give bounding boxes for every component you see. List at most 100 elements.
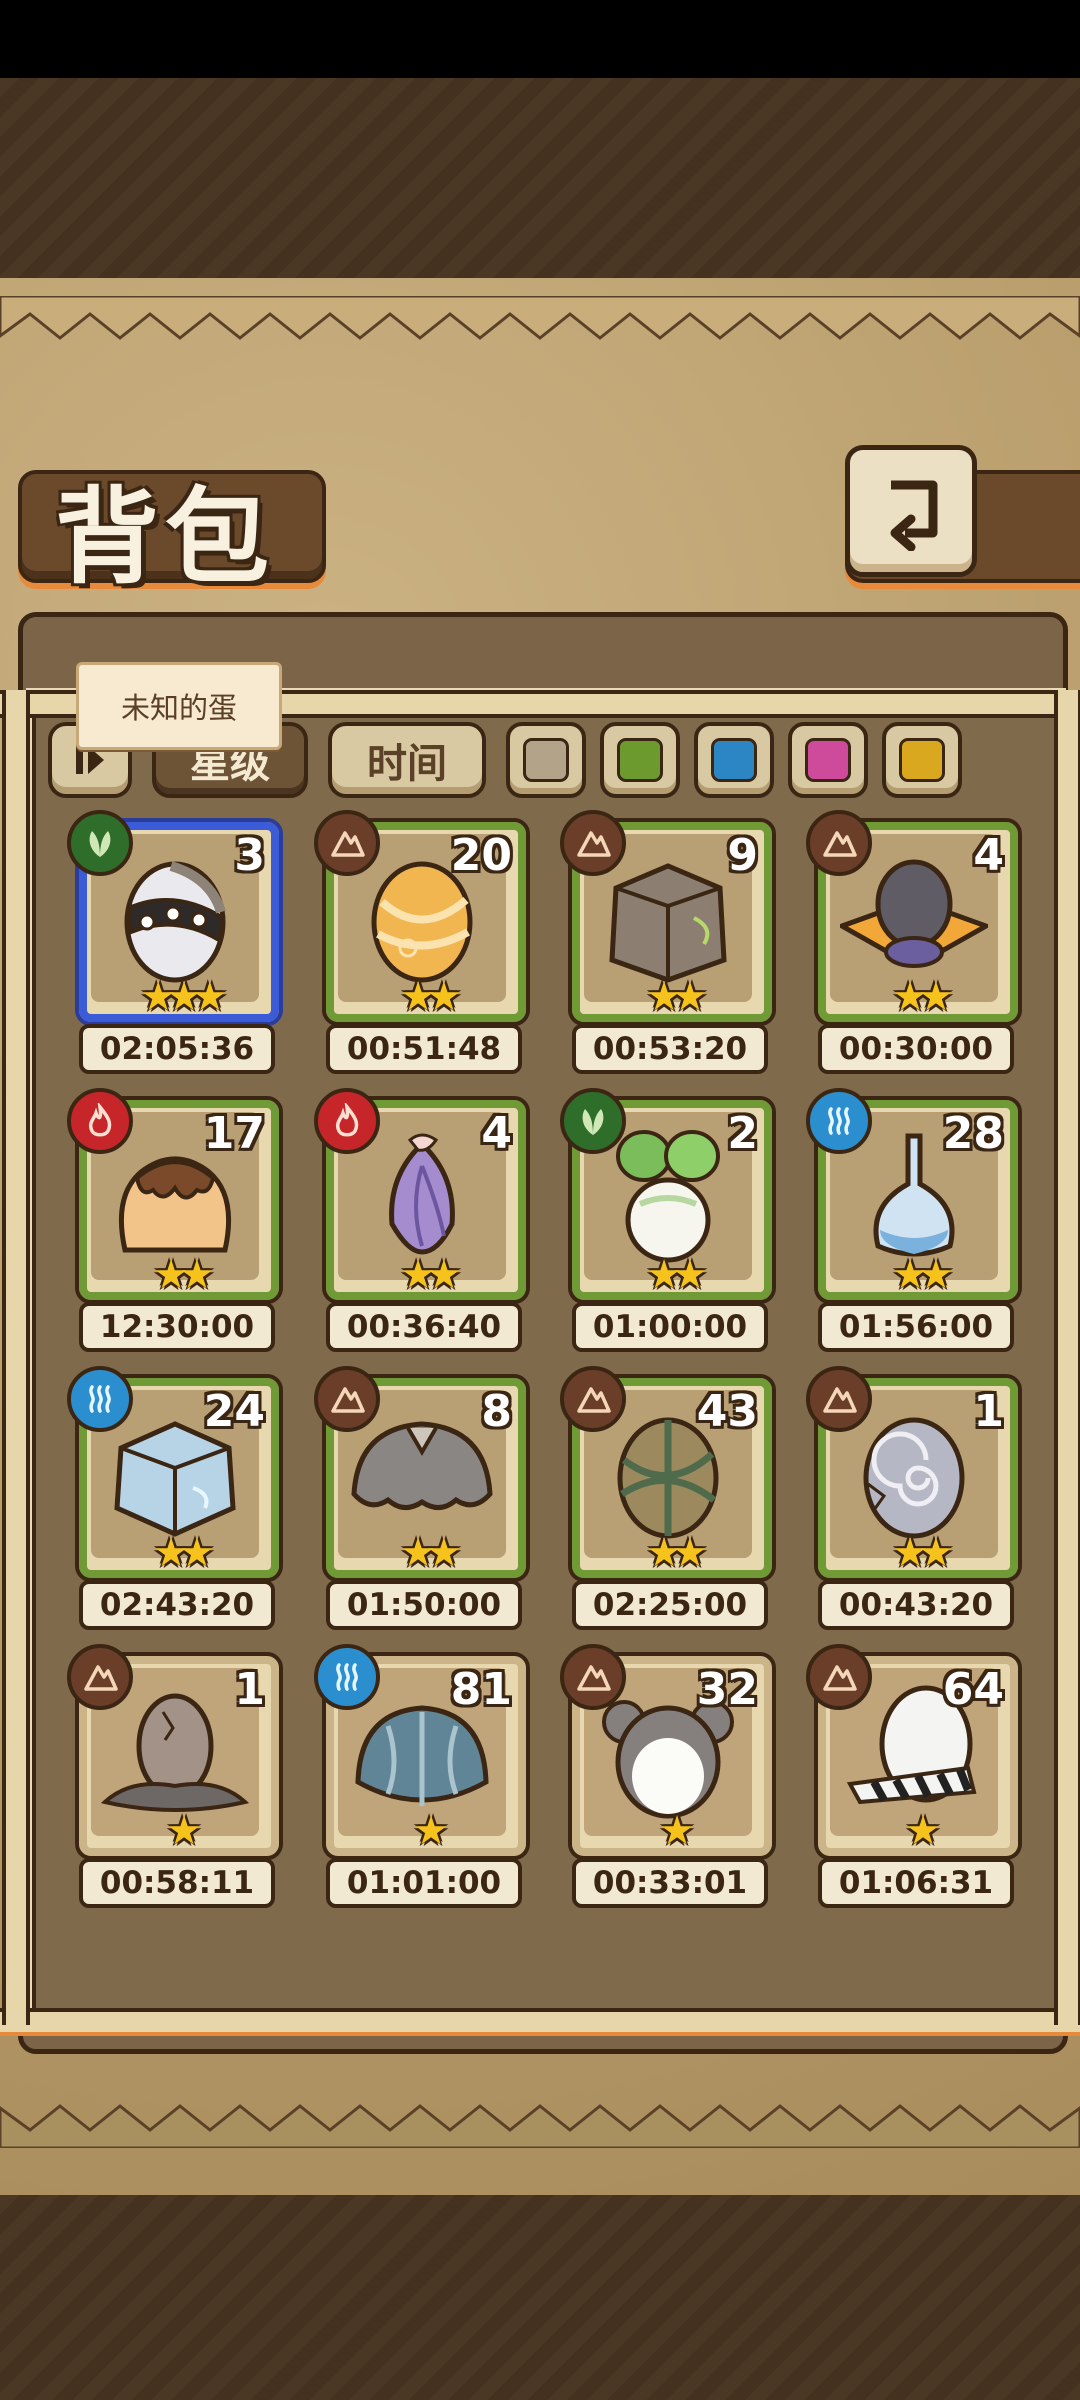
swatch-color: [617, 738, 663, 782]
earth-element-icon: [560, 810, 626, 876]
egg-dark-hat-icon: [836, 848, 992, 988]
hatch-timer: 01:01:00: [326, 1858, 522, 1908]
egg-cracked-rock-icon: [100, 1682, 250, 1822]
star-rating: ★★: [892, 974, 954, 1020]
grass-element-icon: [67, 810, 133, 876]
egg-count: 1: [973, 1386, 1004, 1437]
water-element-icon: [67, 1366, 133, 1432]
earth-element-icon: [806, 1644, 872, 1710]
egg-count: 43: [696, 1386, 758, 1437]
egg-spiral-grey-icon: [840, 1404, 988, 1544]
hatch-timer: 00:36:40: [326, 1302, 522, 1352]
filter-swatch-green[interactable]: [600, 722, 680, 798]
egg-grey-mushroom-icon: [348, 1404, 496, 1544]
filter-swatch-blue[interactable]: [694, 722, 774, 798]
egg-card[interactable]: 3 ★★★: [67, 810, 283, 1026]
background-wood-top: [0, 78, 1080, 278]
star-rating: ★: [659, 1808, 695, 1854]
star-rating: ★: [166, 1808, 202, 1854]
star-rating: ★: [413, 1808, 449, 1854]
hatch-timer: 12:30:00: [79, 1302, 275, 1352]
star-rating: ★★: [892, 1530, 954, 1576]
egg-count: 32: [696, 1664, 758, 1715]
hatch-timer: 01:56:00: [818, 1302, 1014, 1352]
star-rating: ★★: [400, 1530, 462, 1576]
torn-edge-top: [0, 296, 1080, 340]
rail-right: [1054, 690, 1080, 2025]
earth-element-icon: [314, 810, 380, 876]
torn-edge-bottom: [0, 2104, 1080, 2148]
egg-stone-block-icon: [594, 848, 742, 988]
earth-element-icon: [806, 1366, 872, 1432]
rail-bottom: [0, 2008, 1080, 2036]
star-rating: ★★: [153, 1252, 215, 1298]
swatch-color: [523, 738, 569, 782]
hatch-timer: 00:58:11: [79, 1858, 275, 1908]
egg-card[interactable]: 9 ★★: [560, 810, 776, 1026]
page-title: 背包: [55, 475, 276, 598]
egg-count: 24: [203, 1386, 265, 1437]
egg-card[interactable]: 32 ★: [560, 1644, 776, 1860]
egg-count: 9: [727, 830, 758, 881]
fire-element-icon: [67, 1088, 133, 1154]
filter-swatch-pink[interactable]: [788, 722, 868, 798]
grass-element-icon: [560, 1088, 626, 1154]
back-button[interactable]: [845, 445, 977, 577]
hatch-timer: 00:33:01: [572, 1858, 768, 1908]
hatch-timer: 02:05:36: [79, 1024, 275, 1074]
hatch-timer: 02:43:20: [79, 1580, 275, 1630]
star-rating: ★★★: [140, 974, 228, 1020]
water-element-icon: [314, 1644, 380, 1710]
earth-element-icon: [560, 1366, 626, 1432]
egg-card[interactable]: 1 ★★: [806, 1366, 1022, 1582]
background-wood-bottom: [0, 2195, 1080, 2400]
sort-by-time-button[interactable]: 时间: [328, 722, 486, 798]
swatch-color: [899, 738, 945, 782]
hatch-timer: 01:00:00: [572, 1302, 768, 1352]
egg-count: 2: [727, 1108, 758, 1159]
egg-spiked-white-icon: [101, 848, 249, 988]
tooltip-unknown-egg: 未知的蛋: [76, 662, 282, 750]
egg-card[interactable]: 2 ★★: [560, 1088, 776, 1304]
egg-count: 81: [450, 1664, 512, 1715]
star-rating: ★★: [646, 974, 708, 1020]
star-rating: ★★: [646, 1530, 708, 1576]
egg-count: 3: [234, 830, 265, 881]
egg-card[interactable]: 28 ★★: [806, 1088, 1022, 1304]
egg-purple-flower-icon: [348, 1126, 496, 1266]
earth-element-icon: [67, 1644, 133, 1710]
earth-element-icon: [806, 810, 872, 876]
egg-card[interactable]: 4 ★★: [806, 810, 1022, 1026]
hatch-timer: 00:30:00: [818, 1024, 1014, 1074]
swatch-color: [711, 738, 757, 782]
egg-card[interactable]: 24 ★★: [67, 1366, 283, 1582]
egg-card[interactable]: 43 ★★: [560, 1366, 776, 1582]
egg-card[interactable]: 4 ★★: [314, 1088, 530, 1304]
hatch-timer: 00:51:48: [326, 1024, 522, 1074]
egg-card[interactable]: 64 ★: [806, 1644, 1022, 1860]
egg-count: 17: [203, 1108, 265, 1159]
rail-left: [2, 690, 30, 2025]
filter-swatch-neutral[interactable]: [506, 722, 586, 798]
egg-card[interactable]: 20 ★★: [314, 810, 530, 1026]
egg-count: 4: [973, 830, 1004, 881]
water-element-icon: [806, 1088, 872, 1154]
egg-card[interactable]: 81 ★: [314, 1644, 530, 1860]
filter-swatch-yellow[interactable]: [882, 722, 962, 798]
egg-count: 20: [450, 830, 512, 881]
star-rating: ★★: [646, 1252, 708, 1298]
swatch-color: [805, 738, 851, 782]
egg-card[interactable]: 17 ★★: [67, 1088, 283, 1304]
egg-count: 4: [481, 1108, 512, 1159]
egg-count: 64: [942, 1664, 1004, 1715]
egg-card[interactable]: 1 ★: [67, 1644, 283, 1860]
status-bar: [0, 0, 1080, 78]
star-rating: ★★: [400, 974, 462, 1020]
fire-element-icon: [314, 1088, 380, 1154]
hatch-timer: 00:43:20: [818, 1580, 1014, 1630]
hatch-timer: 00:53:20: [572, 1024, 768, 1074]
star-rating: ★★: [400, 1252, 462, 1298]
egg-card[interactable]: 8 ★★: [314, 1366, 530, 1582]
back-arrow-icon: [890, 480, 938, 551]
hatch-timer: 01:50:00: [326, 1580, 522, 1630]
